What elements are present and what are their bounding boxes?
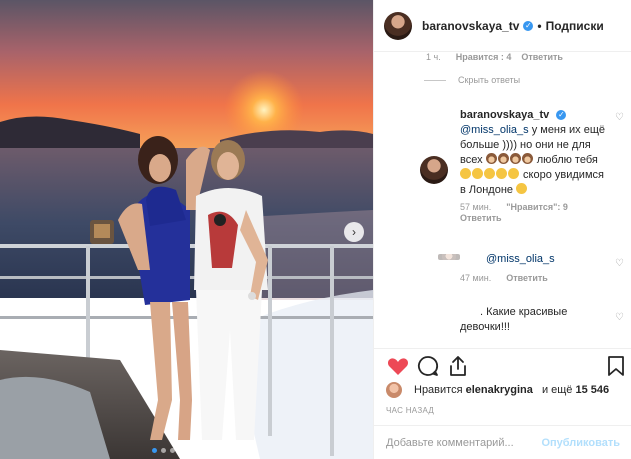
carousel-indicator: [152, 448, 202, 453]
carousel-dot: [170, 448, 175, 453]
comment-reply-link[interactable]: Ответить: [521, 52, 563, 62]
reply-text: @miss_olia_s: [460, 252, 610, 267]
publish-button[interactable]: Опубликовать: [541, 437, 620, 449]
divider-line: [424, 79, 446, 81]
comment-time: 1 ч.: [426, 52, 441, 62]
author-avatar[interactable]: [384, 11, 412, 40]
following-button[interactable]: Подписки: [546, 19, 604, 33]
liker-avatar: [386, 382, 402, 398]
reply-text: . Какие красивые девочки!!!: [460, 305, 610, 335]
hide-replies-label: Скрыть ответы: [458, 75, 521, 85]
carousel-dot: [188, 448, 193, 453]
kiss-emoji-icon: [508, 168, 519, 179]
reply-avatar[interactable]: [420, 156, 448, 184]
likes-summary[interactable]: Нравится elenakrygina и ещё 15 546: [386, 382, 609, 398]
kiss-emoji-icon: [496, 168, 507, 179]
comment-icon[interactable]: [416, 354, 440, 378]
post-photo[interactable]: ›: [0, 0, 373, 459]
previous-comment-meta: 1 ч. Нравится : 4 Ответить: [426, 52, 563, 62]
carousel-next-button[interactable]: ›: [344, 222, 364, 242]
comment-input[interactable]: [386, 436, 542, 449]
carousel-dot: [161, 448, 166, 453]
reply-meta: 57 мин. "Нравится": 9 Ответить: [460, 202, 610, 224]
like-comment-heart-icon[interactable]: ♡: [615, 112, 624, 123]
reply-body: . Какие красивые девочки!!!: [460, 306, 568, 333]
reply-body-part: люблю тебя: [533, 154, 598, 166]
likes-middle: и ещё: [541, 384, 573, 396]
reply-comment: baranovskaya_tv ✓ @miss_olia_s у меня их…: [460, 108, 610, 224]
verified-badge-icon: ✓: [556, 110, 567, 121]
likes-text: Нравится elenakrygina и ещё 15 546: [408, 384, 609, 396]
comments-list[interactable]: 1 ч. Нравится : 4 Ответить Скрыть ответы…: [374, 52, 631, 347]
reply-username[interactable]: baranovskaya_tv: [460, 109, 549, 121]
carousel-dot: [152, 448, 157, 453]
bookmark-icon[interactable]: [604, 354, 628, 378]
monkey-emoji-icon: [485, 153, 497, 164]
post-timestamp: ЧАС НАЗАД: [386, 406, 435, 415]
post-side-panel: baranovskaya_tv ✓ • Подписки 1 ч. Нравит…: [373, 0, 631, 459]
photo-scene: [0, 0, 373, 459]
reply-reply-link[interactable]: Ответить: [506, 273, 548, 283]
hide-replies-toggle[interactable]: Скрыть ответы: [424, 75, 520, 85]
reply-time: 57 мин.: [460, 202, 492, 212]
reply-reply-link[interactable]: Ответить: [460, 213, 502, 223]
share-icon[interactable]: [446, 354, 470, 378]
reply-likes[interactable]: "Нравится": 9: [506, 202, 568, 212]
liker-username[interactable]: elenakrygina: [466, 384, 533, 396]
reply-text: baranovskaya_tv ✓ @miss_olia_s у меня их…: [460, 108, 610, 198]
header-separator: •: [537, 18, 542, 33]
verified-badge-icon: ✓: [523, 20, 534, 31]
likes-prefix: Нравится: [414, 384, 463, 396]
kiss-emoji-icon: [516, 183, 528, 194]
monkey-emoji-icon: [497, 153, 509, 164]
reply-comment: @miss_olia_s 47 мин. Ответить: [460, 252, 610, 284]
reply-meta: 47 мин. Ответить: [460, 273, 610, 284]
blurred-username: [438, 254, 460, 260]
comment-composer: Опубликовать: [374, 425, 631, 459]
mention-link[interactable]: @miss_olia_s: [460, 124, 529, 136]
carousel-dot: [179, 448, 184, 453]
likes-count[interactable]: 15 546: [576, 384, 610, 396]
carousel-dot: [197, 448, 202, 453]
kiss-emoji-icon: [460, 168, 471, 179]
like-comment-heart-icon[interactable]: ♡: [615, 312, 624, 323]
post-action-bar: [374, 348, 631, 382]
heart-icon[interactable]: [386, 354, 410, 378]
comment-likes[interactable]: Нравится : 4: [456, 52, 512, 62]
author-username[interactable]: baranovskaya_tv: [422, 19, 519, 33]
kiss-emoji-icon: [484, 168, 495, 179]
monkey-emoji-icon: [509, 153, 521, 164]
mention-link[interactable]: @miss_olia_s: [486, 253, 555, 265]
reply-time: 47 мин.: [460, 273, 492, 283]
post-header: baranovskaya_tv ✓ • Подписки: [374, 0, 631, 52]
like-comment-heart-icon[interactable]: ♡: [615, 258, 624, 269]
kiss-emoji-icon: [472, 168, 483, 179]
monkey-emoji-icon: [521, 153, 533, 164]
reply-comment: . Какие красивые девочки!!!: [460, 305, 610, 335]
